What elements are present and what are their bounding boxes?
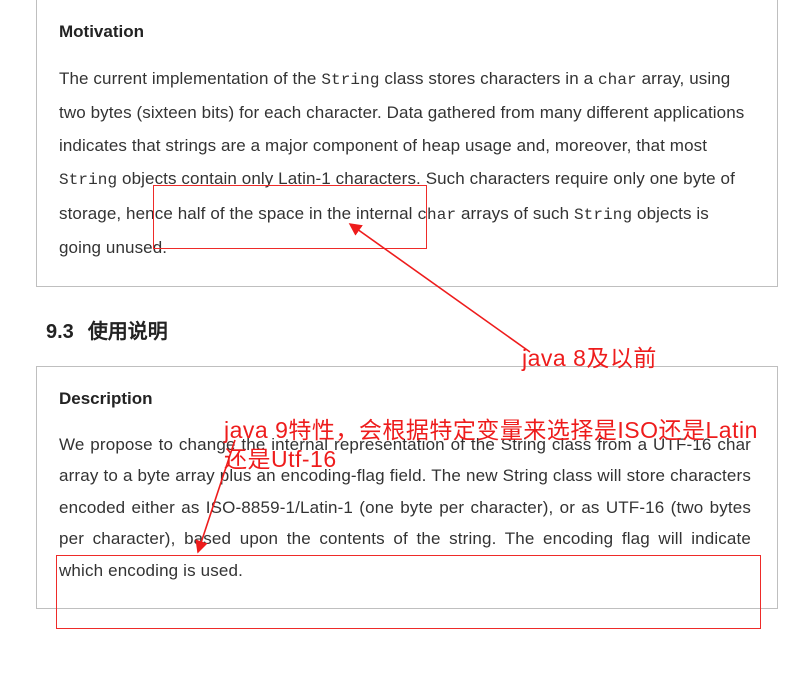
description-heading: Description (59, 389, 751, 409)
code-string: String (59, 171, 117, 189)
code-char: char (598, 71, 637, 89)
motivation-heading: Motivation (59, 22, 751, 42)
text: class stores characters in a (380, 69, 598, 88)
description-box: Description We propose to change the int… (36, 366, 778, 609)
chapter-heading: 9.3 使用说明 (46, 315, 808, 344)
description-paragraph: We propose to change the internal repres… (59, 429, 751, 586)
code-char: char (417, 206, 456, 224)
motivation-box: Motivation The current implementation of… (36, 0, 778, 287)
code-string: String (574, 206, 632, 224)
chapter-title: 使用说明 (88, 321, 168, 343)
chapter-number: 9.3 (46, 321, 74, 343)
code-string: String (321, 71, 379, 89)
text: arrays of such (456, 204, 574, 223)
text: The current implementation of the (59, 69, 321, 88)
motivation-paragraph: The current implementation of the String… (59, 62, 751, 264)
